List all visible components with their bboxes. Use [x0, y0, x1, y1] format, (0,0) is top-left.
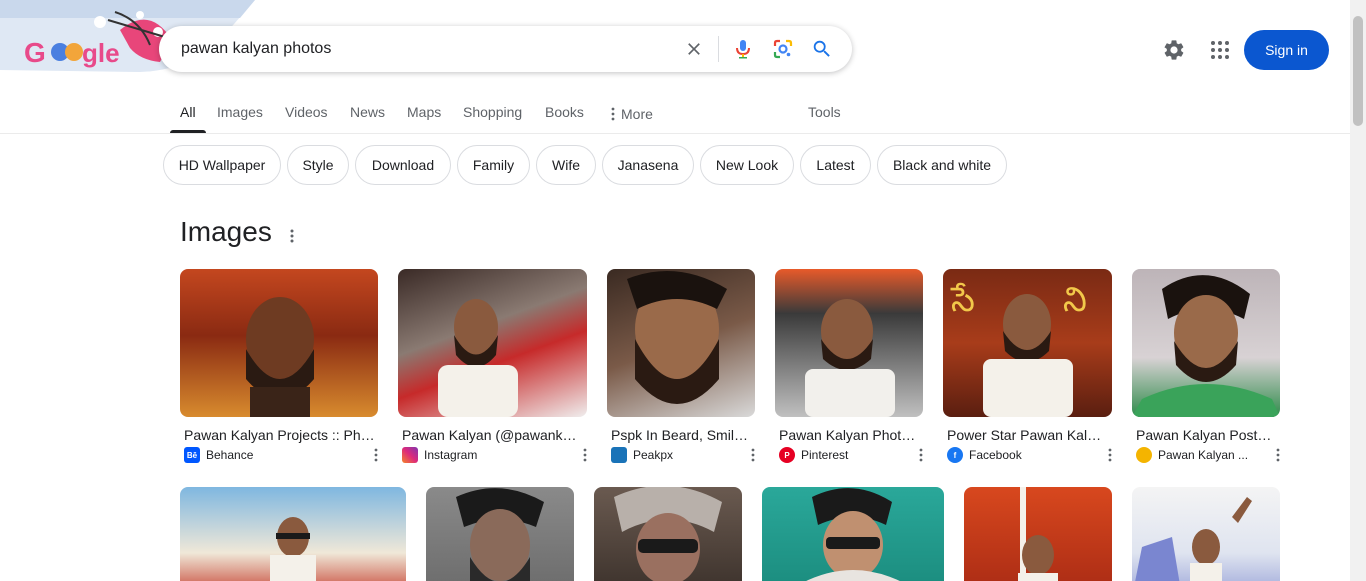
image-title[interactable]: Pawan Kalyan Projects :: Pho...	[184, 427, 376, 443]
settings-icon[interactable]	[1162, 38, 1186, 62]
tab-news[interactable]: News	[350, 94, 385, 133]
more-vert-icon[interactable]	[745, 447, 761, 463]
tools-button[interactable]: Tools	[808, 94, 841, 133]
image-result[interactable]: Pawan Kalyan Photo... P Pinterest	[775, 269, 923, 469]
image-source[interactable]: f Facebook	[947, 447, 1022, 463]
tab-images[interactable]: Images	[217, 94, 263, 133]
svg-text:సే: సే	[950, 282, 975, 319]
tab-more[interactable]: More	[611, 94, 653, 133]
image-thumbnail[interactable]	[607, 269, 755, 417]
image-source-label: Pawan Kalyan ...	[1158, 448, 1249, 462]
chip-family[interactable]: Family	[457, 145, 530, 185]
tab-all[interactable]: All	[170, 94, 205, 133]
tab-maps[interactable]: Maps	[407, 94, 441, 133]
clear-icon[interactable]	[682, 37, 706, 61]
tab-shopping[interactable]: Shopping	[463, 94, 522, 133]
more-vert-icon[interactable]	[913, 447, 929, 463]
chip-janasena[interactable]: Janasena	[602, 145, 694, 185]
image-title[interactable]: Power Star Pawan Kalyan	[947, 427, 1107, 443]
image-thumbnail[interactable]	[762, 487, 944, 581]
search-icon[interactable]	[810, 37, 834, 61]
image-thumbnail[interactable]	[594, 487, 742, 581]
more-vert-icon[interactable]	[1270, 447, 1286, 463]
search-divider	[718, 36, 719, 62]
image-source-label: Facebook	[969, 448, 1022, 462]
sign-in-button[interactable]: Sign in	[1244, 30, 1329, 70]
flipkart-icon	[1136, 447, 1152, 463]
image-thumbnail[interactable]	[180, 269, 378, 417]
image-thumbnail[interactable]	[426, 487, 574, 581]
images-section-title: Images	[180, 216, 272, 247]
image-thumbnail[interactable]	[1132, 487, 1280, 581]
scrollbar-thumb[interactable]	[1353, 16, 1363, 126]
image-source[interactable]: Instagram	[402, 447, 477, 463]
chip-style[interactable]: Style	[287, 145, 349, 185]
image-result[interactable]: Pspk In Beard, Smile,... Peakpx	[607, 269, 755, 469]
chip-new-look[interactable]: New Look	[700, 145, 794, 185]
image-thumbnail[interactable]	[180, 487, 406, 581]
more-vert-icon[interactable]	[368, 447, 384, 463]
search-box[interactable]	[159, 26, 852, 72]
apps-icon[interactable]	[1208, 38, 1232, 62]
image-result[interactable]: సే ని Power Star Pawan Kalyan f Facebook	[943, 269, 1112, 469]
image-source-label: Peakpx	[633, 448, 674, 462]
chip-latest[interactable]: Latest	[800, 145, 871, 185]
instagram-icon	[402, 447, 418, 463]
chip-hd-wallpaper[interactable]: HD Wallpaper	[163, 145, 281, 185]
image-thumbnail[interactable]: సే ని	[943, 269, 1112, 417]
chip-black-and-white[interactable]: Black and white	[877, 145, 1007, 185]
image-source[interactable]: Bē Behance	[184, 447, 253, 463]
facebook-icon: f	[947, 447, 963, 463]
tab-videos[interactable]: Videos	[285, 94, 328, 133]
more-vert-icon[interactable]	[1102, 447, 1118, 463]
image-title[interactable]: Pawan Kalyan (@pawankal...	[402, 427, 582, 443]
image-result[interactable]: Pawan Kalyan Poster... Pawan Kalyan ...	[1132, 269, 1280, 469]
svg-text:G: G	[24, 37, 46, 68]
more-vert-icon[interactable]	[577, 447, 593, 463]
image-source-label: Pinterest	[801, 448, 849, 462]
image-source-label: Instagram	[424, 448, 478, 462]
chip-wife[interactable]: Wife	[536, 145, 596, 185]
image-source[interactable]: Pawan Kalyan ...	[1136, 447, 1248, 463]
image-title[interactable]: Pawan Kalyan Poster...	[1136, 427, 1276, 443]
search-tabs: All Images Videos News Maps Shopping Boo…	[0, 94, 1350, 134]
images-section-menu-icon[interactable]	[282, 226, 302, 246]
microphone-icon[interactable]	[731, 37, 755, 61]
more-vert-icon	[611, 107, 615, 120]
peakpx-icon	[611, 447, 627, 463]
google-lens-icon[interactable]	[771, 37, 795, 61]
image-thumbnail[interactable]	[775, 269, 923, 417]
svg-text:gle: gle	[82, 38, 120, 68]
image-result[interactable]: Pawan Kalyan (@pawankal... Instagram	[398, 269, 587, 469]
chip-download[interactable]: Download	[355, 145, 451, 185]
svg-text:ని: ని	[1063, 282, 1087, 319]
tab-more-label: More	[621, 105, 653, 122]
search-input[interactable]	[181, 26, 681, 72]
scrollbar[interactable]	[1350, 0, 1366, 581]
image-source[interactable]: P Pinterest	[779, 447, 848, 463]
image-thumbnail[interactable]	[964, 487, 1112, 581]
image-title[interactable]: Pawan Kalyan Photo...	[779, 427, 919, 443]
tab-books[interactable]: Books	[545, 94, 584, 133]
behance-icon: Bē	[184, 447, 200, 463]
image-result[interactable]: Pawan Kalyan Projects :: Pho... Bē Behan…	[180, 269, 378, 469]
pinterest-icon: P	[779, 447, 795, 463]
image-source-label: Behance	[206, 448, 254, 462]
image-title[interactable]: Pspk In Beard, Smile,...	[611, 427, 751, 443]
image-thumbnail[interactable]	[398, 269, 587, 417]
image-thumbnail[interactable]	[1132, 269, 1280, 417]
image-source[interactable]: Peakpx	[611, 447, 673, 463]
